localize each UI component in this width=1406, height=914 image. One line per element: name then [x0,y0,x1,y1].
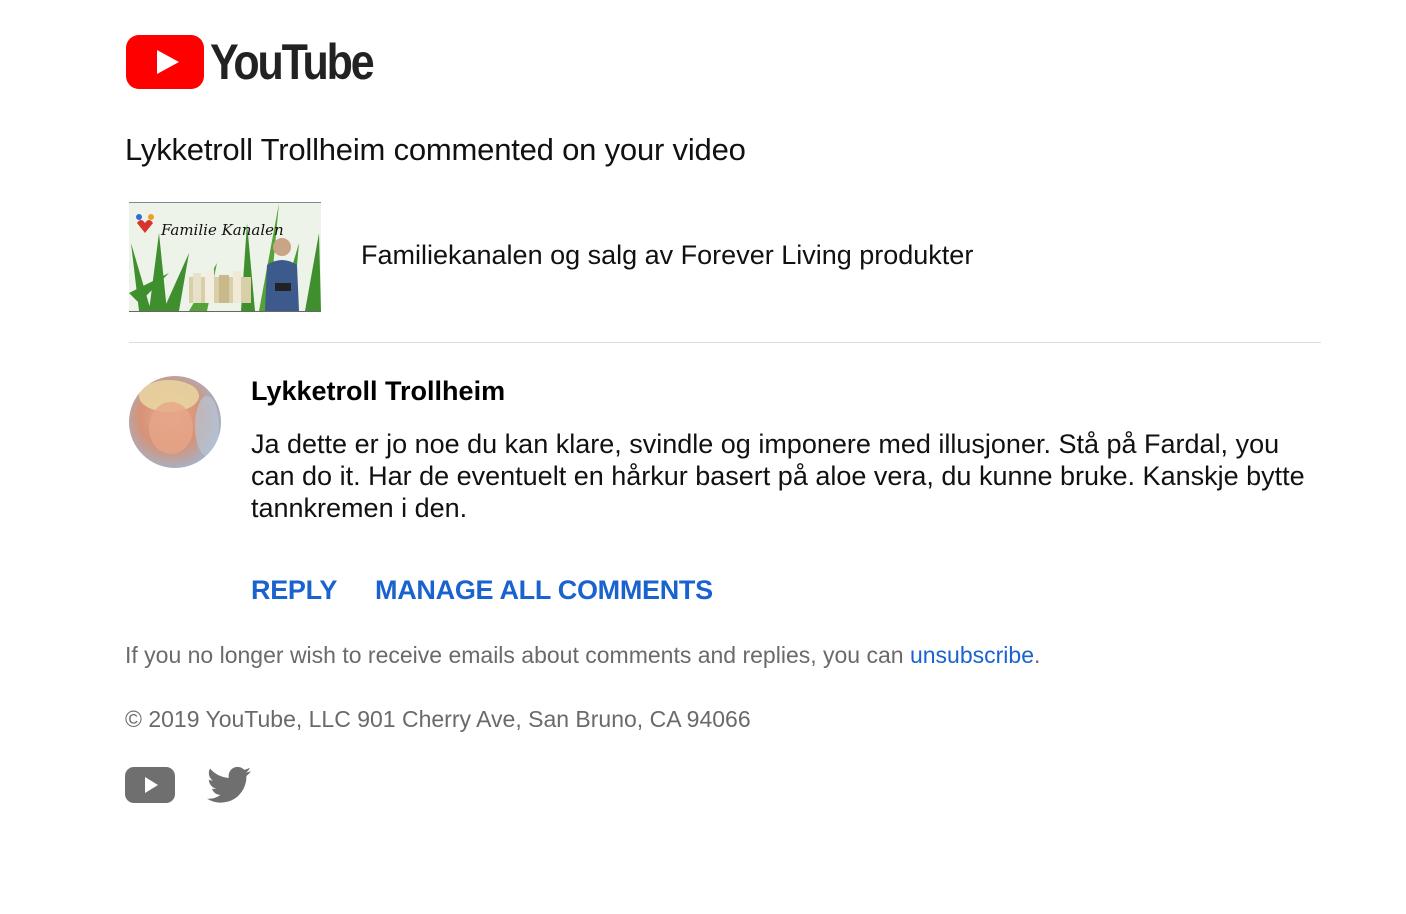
reply-button[interactable]: REPLY [251,575,337,606]
video-title[interactable]: Familiekanalen og salg av Forever Living… [361,240,973,271]
youtube-wordmark: YouTube [210,34,375,90]
video-thumbnail[interactable]: Familie Kanalen [129,202,321,312]
youtube-logo-icon [126,35,204,89]
unsubscribe-notice: If you no longer wish to receive emails … [125,642,1040,669]
comment-author[interactable]: Lykketroll Trollheim [251,376,505,407]
divider [129,342,1321,343]
twitter-icon[interactable] [207,766,251,809]
comment-actions: REPLY MANAGE ALL COMMENTS [251,575,713,606]
unsubscribe-link[interactable]: unsubscribe [910,642,1034,668]
copyright-text: © 2019 YouTube, LLC 901 Cherry Ave, San … [125,706,751,732]
unsubscribe-prefix: If you no longer wish to receive emails … [125,642,910,668]
comment-text: Ja dette er jo noe du kan klare, svindle… [251,429,1305,523]
youtube-logo[interactable]: YouTube [126,34,399,90]
unsubscribe-suffix: . [1034,642,1041,668]
manage-all-comments-button[interactable]: MANAGE ALL COMMENTS [375,575,713,606]
youtube-icon[interactable] [125,767,175,808]
avatar[interactable] [129,376,221,468]
social-links [125,766,251,809]
thumbnail-channel-text: Familie Kanalen [161,221,284,239]
notification-headline: Lykketroll Trollheim commented on your v… [125,132,746,167]
